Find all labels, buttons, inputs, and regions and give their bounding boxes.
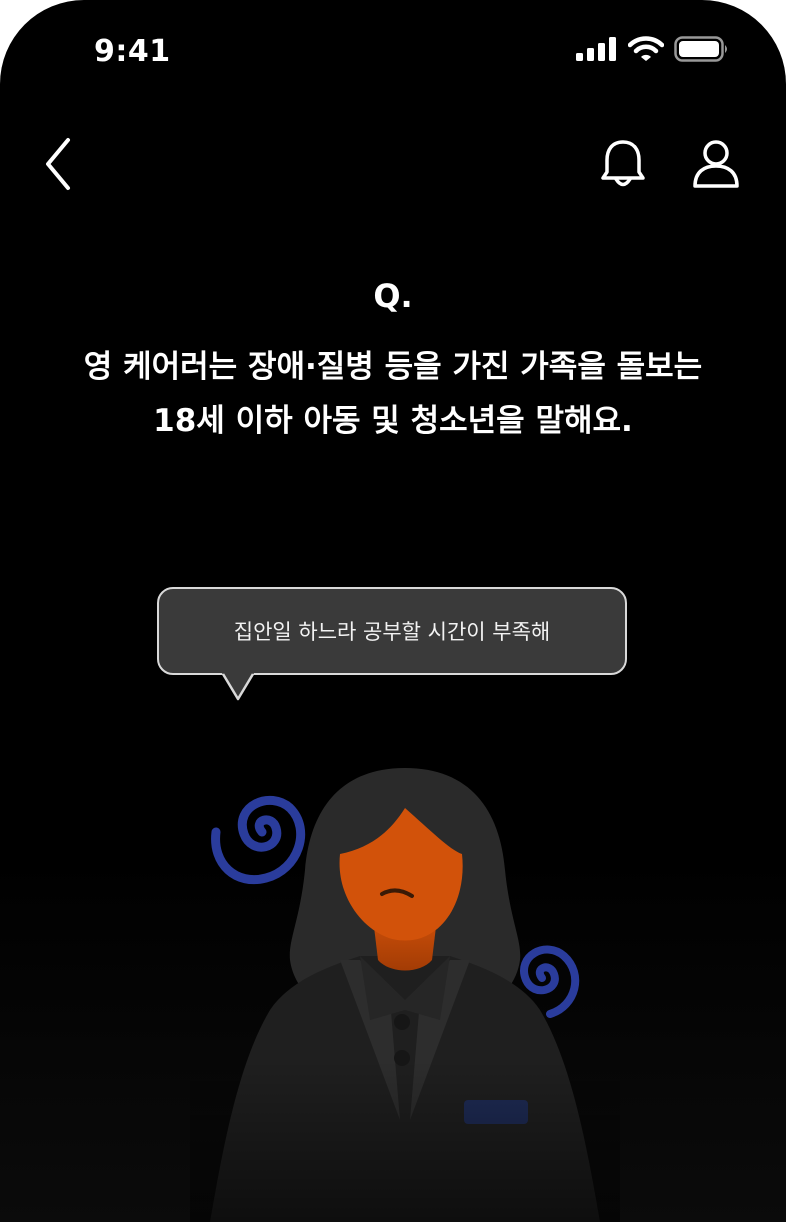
wifi-icon bbox=[627, 36, 665, 66]
stress-swirl-left bbox=[211, 795, 306, 885]
speech-bubble: 집안일 하느라 공부할 시간이 부족해 bbox=[157, 587, 627, 675]
stressed-student-illustration bbox=[190, 768, 620, 1222]
speech-bubble-tail bbox=[221, 673, 255, 701]
question-label: Q. bbox=[373, 277, 413, 315]
user-icon bbox=[693, 140, 739, 188]
status-icons bbox=[576, 36, 730, 66]
battery-icon bbox=[674, 36, 730, 66]
back-button[interactable] bbox=[40, 136, 80, 192]
profile-button[interactable] bbox=[690, 138, 742, 190]
bell-icon bbox=[601, 140, 645, 187]
status-time: 9:41 bbox=[94, 34, 171, 69]
phone-screen: 9:41 Q. 영 케어러는 장애·질병 등을 가진 가족을 돌보는 18세 이… bbox=[0, 0, 786, 1222]
question-line-2: 18세 이하 아동 및 청소년을 말해요. bbox=[153, 403, 633, 439]
question-text: 영 케어러는 장애·질병 등을 가진 가족을 돌보는 18세 이하 아동 및 청… bbox=[30, 340, 756, 448]
chevron-left-icon bbox=[46, 138, 70, 190]
speech-bubble-text: 집안일 하느라 공부할 시간이 부족해 bbox=[233, 620, 551, 644]
question-line-1: 영 케어러는 장애·질병 등을 가진 가족을 돌보는 bbox=[83, 349, 703, 385]
shirt-button bbox=[394, 1014, 410, 1030]
notification-button[interactable] bbox=[598, 138, 648, 190]
cellular-signal-icon bbox=[576, 37, 618, 65]
